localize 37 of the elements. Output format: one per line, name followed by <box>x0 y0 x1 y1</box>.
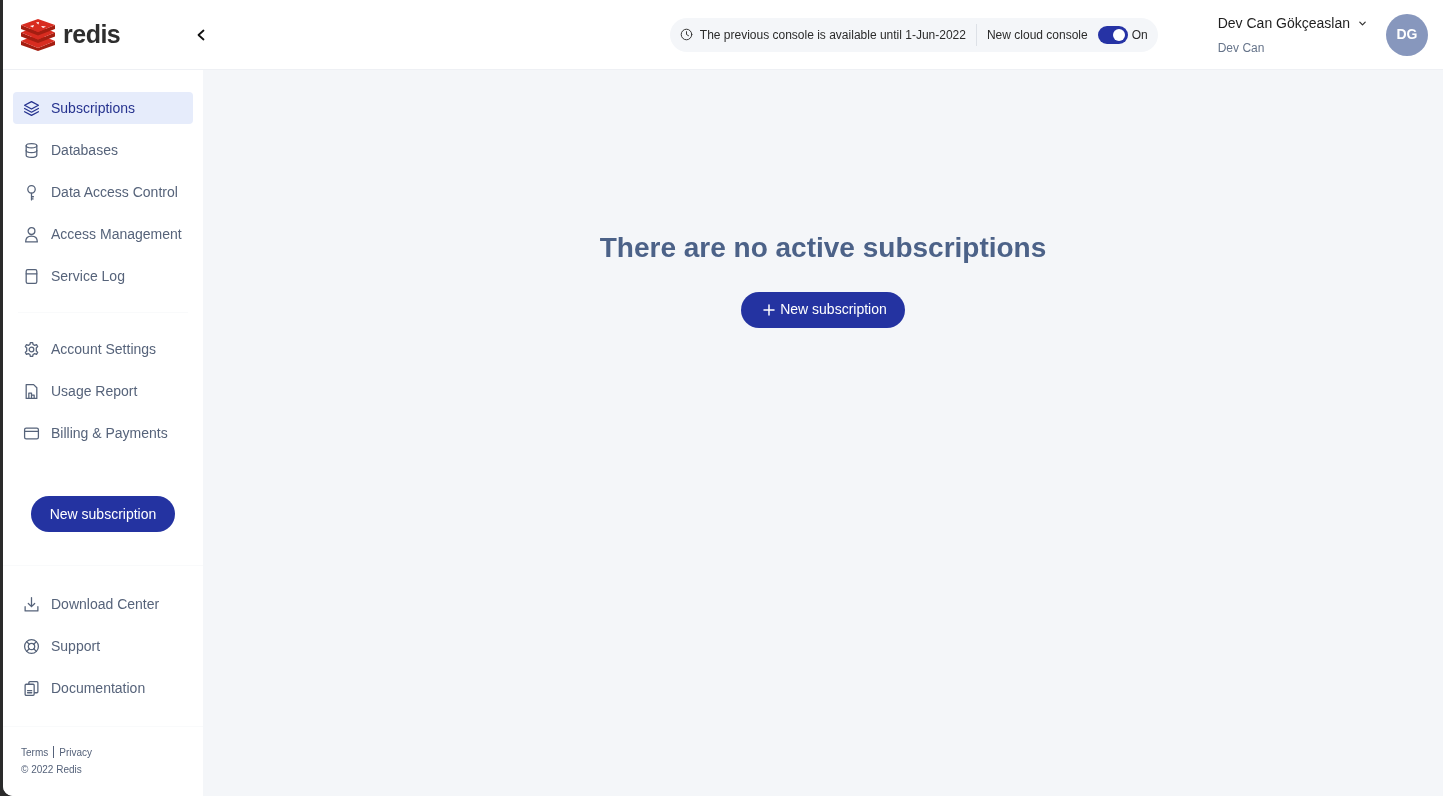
documents-icon <box>23 679 40 697</box>
logo-text: redis <box>63 22 121 47</box>
toggle-label: New cloud console <box>986 26 1088 44</box>
toggle-switch[interactable] <box>1097 25 1128 44</box>
sidebar-item[interactable]: Billing & Payments <box>13 417 193 449</box>
chevron-icon <box>196 28 206 41</box>
box-icon <box>23 267 40 285</box>
footer-link[interactable]: Terms <box>21 747 49 758</box>
empty-state-title: There are no active subscriptions <box>599 231 1047 265</box>
layers-icon <box>23 99 40 117</box>
footer-link[interactable]: Privacy <box>59 747 93 758</box>
toggle-state-text: On <box>1131 26 1148 44</box>
plus-icon <box>763 303 776 316</box>
sidebar-item[interactable]: Support <box>13 630 193 662</box>
user-name[interactable]: Dev Can Gökçeaslan <box>1217 12 1350 34</box>
sidebar-item[interactable]: Usage Report <box>13 375 193 407</box>
sidebar-item[interactable]: Access Management <box>13 218 193 250</box>
account-name: Dev Can <box>1217 39 1266 57</box>
sidebar-item[interactable]: Service Log <box>13 260 193 292</box>
clock-icon <box>679 28 693 41</box>
copyright-text: © 2022 Redis <box>21 763 83 777</box>
sidebar-item[interactable]: Subscriptions <box>13 92 193 124</box>
settings-icon <box>23 340 40 358</box>
sidebar-item[interactable]: Data Access Control <box>13 176 193 208</box>
logo-icon <box>20 18 56 51</box>
new-subscription-button[interactable]: New subscription <box>31 496 175 532</box>
sidebar-item[interactable]: Account Settings <box>13 333 193 365</box>
lifebuoy-icon <box>23 637 40 655</box>
sidebar-item[interactable]: Databases <box>13 134 193 166</box>
sidebar-item[interactable]: Download Center <box>13 588 193 620</box>
user-icon <box>23 225 40 243</box>
database-icon <box>23 141 40 159</box>
sidebar-item[interactable]: Documentation <box>13 672 193 704</box>
notice-text: The previous console is available until 1-Jun-2022 <box>699 26 966 44</box>
new-subscription-button[interactable]: New subscription <box>741 291 905 328</box>
download-icon <box>23 595 40 613</box>
report-icon <box>23 382 40 400</box>
